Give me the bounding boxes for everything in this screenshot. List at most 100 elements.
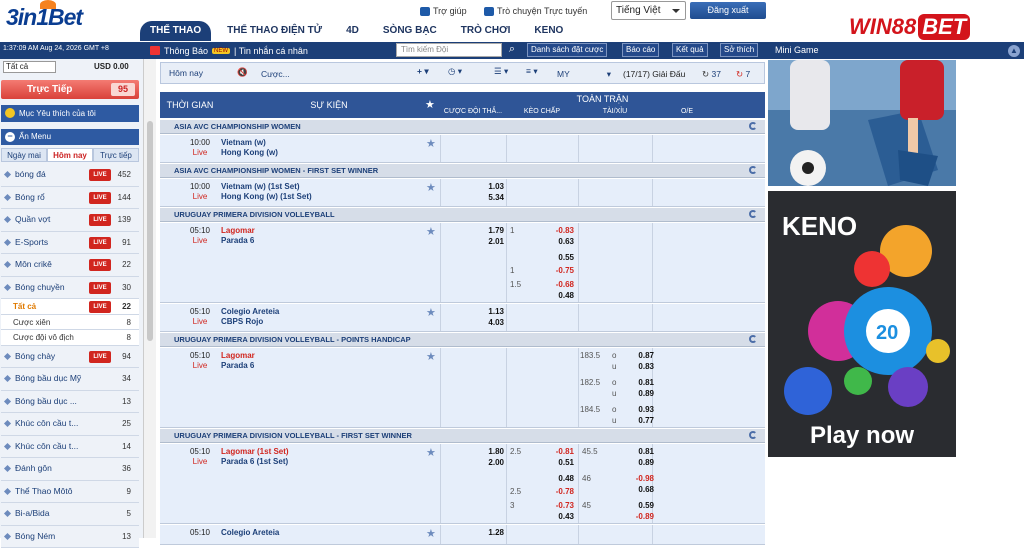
odds-home[interactable]: 1.79 xyxy=(450,226,504,236)
brand-logo[interactable]: WIN88BET xyxy=(849,14,970,40)
odds-home[interactable]: 1.28 xyxy=(450,528,504,538)
odds-home[interactable]: 1.80 xyxy=(450,447,504,457)
star-icon[interactable]: ★ xyxy=(426,352,436,362)
odds-over[interactable]: 0.81 xyxy=(616,378,654,388)
mini-game-bar[interactable]: Mini Game▲ xyxy=(774,42,1024,59)
odds-handicap[interactable]: -0.68 xyxy=(530,280,574,290)
list-view-icon[interactable]: ≡ ▾ xyxy=(526,66,538,77)
sidebar-sub-item[interactable]: Tất cảLIVE22 xyxy=(1,299,139,315)
odds-handicap[interactable]: -0.75 xyxy=(530,266,574,276)
odds-away[interactable]: 2.00 xyxy=(450,458,504,468)
refresh-live-button[interactable]: ↻ 37 xyxy=(702,69,721,80)
messages-link[interactable]: | Tin nhắn cá nhân xyxy=(234,46,308,56)
nav-sports[interactable]: THỂ THAO xyxy=(140,21,211,41)
odds-over[interactable]: -0.98 xyxy=(616,474,654,484)
nav-casino[interactable]: SÒNG BẠC xyxy=(375,21,445,41)
nav-esports[interactable]: THỂ THAO ĐIỆN TỬ xyxy=(219,21,330,41)
odds-handicap[interactable]: 0.48 xyxy=(530,474,574,484)
star-icon[interactable]: ★ xyxy=(426,139,436,149)
odds-under[interactable]: 0.77 xyxy=(616,416,654,426)
league-header[interactable]: ASIA AVC CHAMPIONSHIP WOMEN - FIRST SET … xyxy=(160,164,765,178)
odds-handicap[interactable]: -0.83 xyxy=(530,226,574,236)
sidebar-sport-item[interactable]: Bi-a/Bida5 xyxy=(1,503,139,526)
sidebar-scrollbar[interactable] xyxy=(143,59,156,538)
search-icon[interactable]: ⌕ xyxy=(504,43,520,57)
odds-under[interactable]: 0.68 xyxy=(616,485,654,495)
mute-icon[interactable]: 🔇 xyxy=(237,67,248,78)
odds-home[interactable]: 1.13 xyxy=(450,307,504,317)
star-icon[interactable]: ★ xyxy=(426,448,436,458)
refresh-icon[interactable] xyxy=(749,166,757,174)
odds-handicap[interactable]: 0.51 xyxy=(530,458,574,468)
refresh-icon[interactable] xyxy=(749,122,757,130)
league-header[interactable]: URUGUAY PRIMERA DIVISION VOLLEYBALL - FI… xyxy=(160,429,765,443)
live-button[interactable]: Trực Tiếp95 xyxy=(1,80,139,99)
notice-bar[interactable]: Thông BáoNEW| Tin nhắn cá nhân xyxy=(150,42,308,59)
odds-over[interactable]: 0.81 xyxy=(616,447,654,457)
preferences-button[interactable]: Sở thích xyxy=(720,43,758,57)
favorites-bar[interactable]: Mục Yêu thích của tôi xyxy=(1,105,139,122)
odds-handicap[interactable]: 0.55 xyxy=(530,253,574,263)
nav-4d[interactable]: 4D xyxy=(338,21,367,41)
star-header-icon[interactable]: ★ xyxy=(425,98,435,111)
odds-handicap[interactable]: 0.48 xyxy=(530,291,574,301)
logout-button[interactable]: Đăng xuất xyxy=(690,2,766,19)
star-icon[interactable]: ★ xyxy=(426,183,436,193)
filter-select[interactable]: Tất cả xyxy=(3,61,56,73)
nav-keno[interactable]: KENO xyxy=(526,21,571,41)
odds-under[interactable]: 0.89 xyxy=(616,389,654,399)
sidebar-sport-item[interactable]: Khúc côn cầu t...25 xyxy=(1,413,139,436)
odds-over[interactable]: 0.59 xyxy=(616,501,654,511)
clock-icon[interactable]: ◷ ▾ xyxy=(448,66,462,77)
sidebar-sport-item[interactable]: Bóng bầu dục Mỹ34 xyxy=(1,368,139,391)
tab-today[interactable]: Hôm nay xyxy=(47,148,93,162)
bet-list-button[interactable]: Danh sách đặt cược xyxy=(527,43,607,57)
sidebar-sport-item[interactable]: Bóng Ném13 xyxy=(1,526,139,548)
keno-banner[interactable]: KENO 20 Play now xyxy=(768,191,956,457)
odds-handicap[interactable]: -0.78 xyxy=(530,487,574,497)
results-button[interactable]: Kết quả xyxy=(672,43,708,57)
odds-away[interactable]: 5.34 xyxy=(450,193,504,203)
sidebar-sport-item[interactable]: Bóng chuyềnLIVE30 xyxy=(1,277,139,300)
sidebar-sport-item[interactable]: Thể Thao Môtô9 xyxy=(1,481,139,504)
live-chat-link[interactable]: Trò chuyện Trực tuyến xyxy=(484,6,587,16)
sidebar-sport-item[interactable]: Đánh gôn36 xyxy=(1,458,139,481)
team-search-input[interactable]: Tìm kiếm Đội xyxy=(396,43,502,57)
sidebar-sport-item[interactable]: Bóng rổLIVE144 xyxy=(1,187,139,210)
sort-icon[interactable]: ☰ ▾ xyxy=(494,66,508,77)
chevron-up-icon[interactable]: ▲ xyxy=(1008,45,1020,57)
sidebar-sport-item[interactable]: Khúc côn cầu t...14 xyxy=(1,436,139,459)
odds-away[interactable]: 4.03 xyxy=(450,318,504,328)
league-header[interactable]: URUGUAY PRIMERA DIVISION VOLLEYBALL xyxy=(160,208,765,222)
sidebar-sub-item[interactable]: Cược xiên8 xyxy=(1,315,139,331)
tab-live[interactable]: Trực tiếp xyxy=(93,148,139,162)
sidebar-sport-item[interactable]: Bóng chàyLIVE94 xyxy=(1,346,139,369)
report-button[interactable]: Báo cáo xyxy=(622,43,659,57)
refresh-icon[interactable] xyxy=(749,431,757,439)
refresh-icon[interactable] xyxy=(749,335,757,343)
star-icon[interactable]: ★ xyxy=(426,227,436,237)
sidebar-sport-item[interactable]: Bóng bầu dục ...13 xyxy=(1,391,139,414)
sidebar-sub-item[interactable]: Cược đội vô địch8 xyxy=(1,330,139,346)
league-header[interactable]: URUGUAY PRIMERA DIVISION VOLLEYBALL - PO… xyxy=(160,333,765,347)
language-select[interactable]: Tiếng Việt xyxy=(611,1,686,20)
hide-menu-bar[interactable]: −Ẩn Menu xyxy=(1,129,139,145)
league-header[interactable]: ASIA AVC CHAMPIONSHIP WOMEN xyxy=(160,120,765,134)
odds-handicap[interactable]: -0.81 xyxy=(530,447,574,457)
refresh-icon[interactable] xyxy=(749,210,757,218)
help-link[interactable]: Trợ giúp xyxy=(420,6,467,16)
bet-filter[interactable]: Cược... xyxy=(261,69,290,79)
odds-over[interactable]: 0.87 xyxy=(616,351,654,361)
sidebar-sport-item[interactable]: E-SportsLIVE91 xyxy=(1,232,139,255)
odds-away[interactable]: 2.01 xyxy=(450,237,504,247)
sidebar-sport-item[interactable]: Môn crikêLIVE22 xyxy=(1,254,139,277)
odds-type-select[interactable]: MY▾ xyxy=(557,69,611,79)
odds-home[interactable]: 1.03 xyxy=(450,182,504,192)
refresh-today-button[interactable]: ↻ 7 xyxy=(736,69,750,80)
odds-handicap[interactable]: 0.63 xyxy=(530,237,574,247)
sidebar-sport-item[interactable]: Quần vợtLIVE139 xyxy=(1,209,139,232)
odds-handicap[interactable]: 0.43 xyxy=(530,512,574,522)
odds-over[interactable]: 0.93 xyxy=(616,405,654,415)
nav-games[interactable]: TRÒ CHƠI xyxy=(453,21,519,41)
odds-handicap[interactable]: -0.73 xyxy=(530,501,574,511)
